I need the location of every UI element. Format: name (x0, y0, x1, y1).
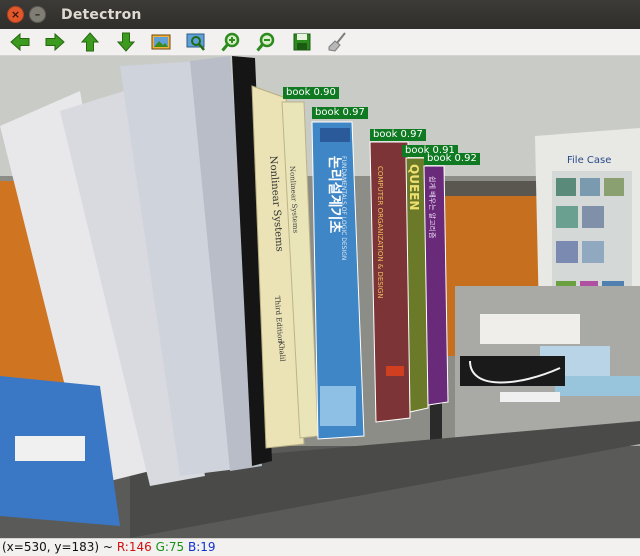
status-bar: (x=530, y=183) ~ R:146 G:75 B:19 (0, 538, 640, 556)
reset-view-button[interactable] (149, 30, 173, 54)
image-canvas[interactable]: File Case Nonlinear Systems Third Editio… (0, 56, 640, 538)
book-d-title: COMPUTER ORGANIZATION & DESIGN (376, 166, 384, 298)
arrow-right-icon (45, 32, 65, 52)
book-a-author: Khalil (277, 341, 286, 363)
arrow-down-icon (116, 32, 135, 52)
save-icon (293, 33, 310, 51)
zoom-rect-icon (186, 33, 205, 51)
toolbar (0, 29, 640, 56)
book-e-title: QUEEN (407, 164, 421, 210)
save-button[interactable] (290, 30, 314, 54)
pan-down-button[interactable] (114, 30, 138, 54)
book-c-subtitle: FUNDAMENTALS OF LOGIC DESIGN (340, 156, 347, 260)
pixel-blue-value: B:19 (188, 540, 216, 554)
file-case-label: File Case (567, 155, 611, 166)
camera-frame: File Case Nonlinear Systems Third Editio… (0, 56, 640, 538)
window-title: Detectron (61, 6, 142, 23)
close-window-button[interactable]: × (7, 6, 24, 23)
pixel-red-value: R:146 (116, 540, 152, 554)
pixel-green-value: G:75 (155, 540, 185, 554)
detection-label: book 0.97 (312, 107, 368, 119)
pan-right-button[interactable] (43, 30, 67, 54)
detection-label: book 0.92 (424, 153, 480, 165)
zoom-in-button[interactable] (219, 30, 243, 54)
pan-left-button[interactable] (8, 30, 32, 54)
book-f-title: 쉽게 배우는 알고리즘 (428, 176, 437, 239)
zoom-rect-button[interactable] (184, 30, 208, 54)
minimize-window-button[interactable]: – (29, 6, 46, 23)
zoom-out-button[interactable] (254, 30, 278, 54)
arrow-left-icon (10, 32, 30, 52)
book-c-title: 논리설계기초 (326, 156, 342, 233)
zoom-in-icon (221, 32, 240, 52)
properties-button[interactable] (325, 30, 349, 54)
broom-icon (328, 32, 346, 52)
zoom-out-icon (256, 32, 275, 52)
window-titlebar: × – Detectron (0, 0, 640, 29)
detection-label: book 0.97 (370, 129, 426, 141)
arrow-up-icon (81, 32, 100, 52)
cursor-coordinates: (x=530, y=183) ~ (2, 540, 113, 554)
image-icon (151, 34, 171, 50)
pan-up-button[interactable] (78, 30, 102, 54)
detection-label: book 0.90 (283, 87, 339, 99)
